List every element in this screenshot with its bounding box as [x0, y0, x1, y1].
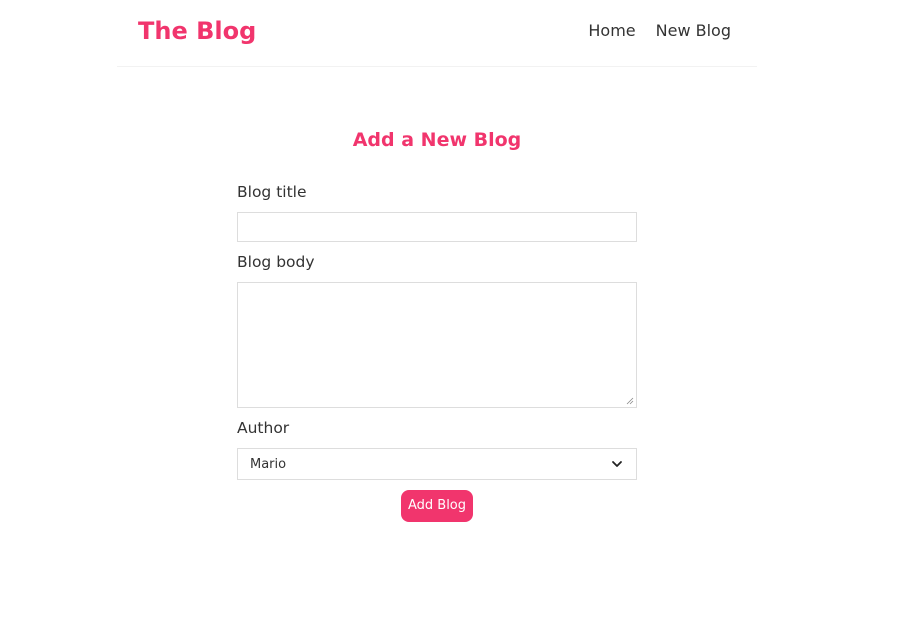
page-title: Add a New Blog: [352, 129, 522, 151]
author-selected-value: Mario: [250, 456, 287, 472]
author-select[interactable]: Mario: [237, 448, 637, 480]
nav-link-home[interactable]: Home: [588, 21, 635, 41]
create-blog-form: Add a New Blog Blog title Blog body Auth…: [237, 125, 637, 522]
blog-body-textarea[interactable]: [237, 282, 637, 408]
nav-links: Home New Blog: [568, 21, 731, 41]
site-brand: The Blog: [138, 17, 257, 45]
blog-title-input[interactable]: [237, 212, 637, 242]
blog-title-label: Blog title: [237, 183, 307, 201]
author-label: Author: [237, 419, 290, 437]
add-blog-button[interactable]: Add Blog: [401, 490, 473, 522]
nav-link-new-blog[interactable]: New Blog: [656, 21, 731, 41]
blog-body-label: Blog body: [237, 253, 315, 271]
resize-grip-icon[interactable]: [626, 397, 634, 405]
chevron-down-icon: [612, 461, 622, 467]
navbar: The Blog Home New Blog: [117, 0, 757, 67]
